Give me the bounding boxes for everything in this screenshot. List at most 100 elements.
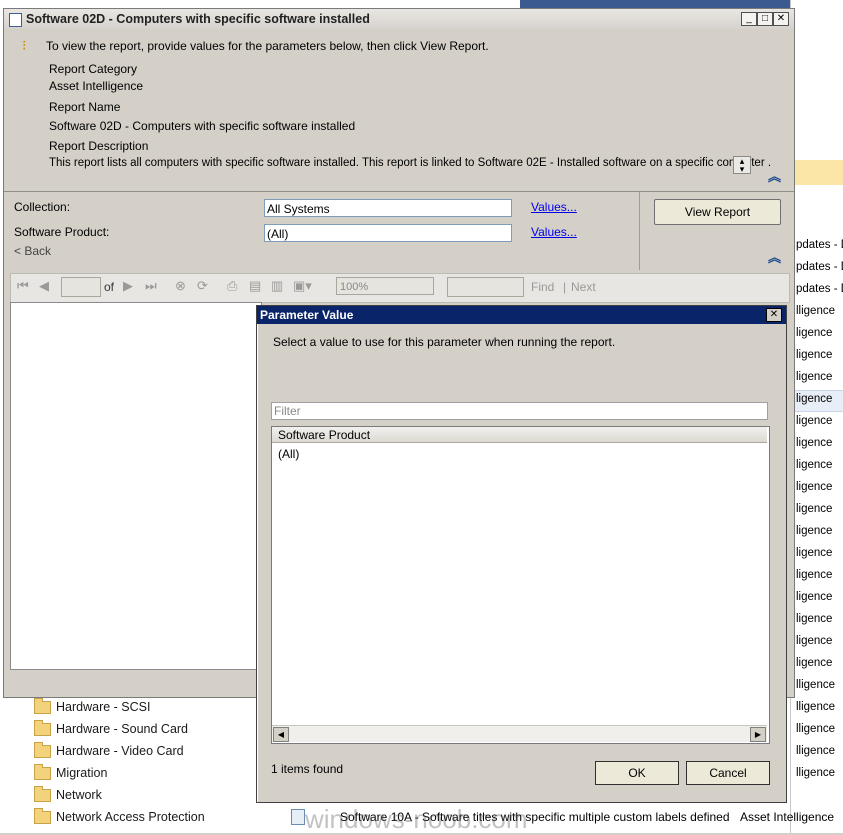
export-icon[interactable]: ▣▾ <box>293 278 312 294</box>
back-link[interactable]: < Back <box>14 244 51 258</box>
tree-item-label: Network <box>56 788 102 802</box>
report-list-row-text[interactable]: ligence <box>796 613 843 625</box>
cancel-button[interactable]: Cancel <box>686 761 770 785</box>
report-toolbar: ⏮ ◀ of ▶ ⏭ ⊗ ⟳ ⎙ ▤ ▥ ▣▾ 100% Find | Next <box>10 273 790 303</box>
tree-item-migration[interactable]: Migration <box>34 763 107 783</box>
window-titlebar: Software 02D - Computers with specific s… <box>4 9 794 30</box>
tree-item-hardware-sound-card[interactable]: Hardware - Sound Card <box>34 719 188 739</box>
folder-icon <box>34 697 51 714</box>
items-found-status: 1 items found <box>271 762 344 776</box>
collection-label: Collection: <box>14 200 71 214</box>
report-list-row-text[interactable]: ligence <box>796 657 843 669</box>
report-list-row-text[interactable]: ligence <box>796 525 843 537</box>
maximize-button[interactable]: □ <box>757 12 773 26</box>
print-layout-icon[interactable]: ▤ <box>249 278 261 294</box>
report-window-icon <box>9 13 22 27</box>
dialog-close-button[interactable]: ✕ <box>766 308 782 322</box>
tree-item-hardware-video-card[interactable]: Hardware - Video Card <box>34 741 184 761</box>
report-list-row-text[interactable]: ligence <box>796 415 843 427</box>
view-report-button[interactable]: View Report <box>654 199 781 225</box>
close-button[interactable]: ✕ <box>773 12 789 26</box>
info-icon: ⁝ <box>22 37 27 53</box>
previous-page-icon[interactable]: ◀ <box>39 278 49 294</box>
folder-icon <box>34 741 51 758</box>
scroll-left-icon[interactable]: ◀ <box>273 727 289 742</box>
folder-icon <box>34 785 51 802</box>
report-list-row-text[interactable]: ligence <box>796 437 843 449</box>
print-icon[interactable]: ⎙ <box>227 278 237 294</box>
report-list-row-text[interactable]: ligence <box>796 459 843 471</box>
report-viewer-area <box>10 302 262 670</box>
software-values-link[interactable]: Values... <box>531 225 577 239</box>
report-list-row-text[interactable]: ligence <box>796 481 843 493</box>
report-list-row-text[interactable]: pdates - D <box>796 261 843 273</box>
report-list-row-text[interactable]: ligence <box>796 327 843 339</box>
find-link[interactable]: Find <box>531 280 554 294</box>
filter-input[interactable]: Filter <box>271 402 768 420</box>
stop-icon[interactable]: ⊗ <box>175 278 186 294</box>
tree-item-hardware-scsi[interactable]: Hardware - SCSI <box>34 697 150 717</box>
parameter-value-dialog: Parameter Value ✕ Select a value to use … <box>256 305 787 803</box>
report-list-row-text[interactable]: ligence <box>796 569 843 581</box>
minimize-button[interactable]: _ <box>741 12 757 26</box>
next-link[interactable]: Next <box>571 280 596 294</box>
report-description-label: Report Description <box>49 139 149 153</box>
dialog-titlebar: Parameter Value ✕ <box>257 306 786 324</box>
folder-tree: Hardware - SCSI Hardware - Sound Card Ha… <box>0 695 270 833</box>
tree-item-network-access-protection[interactable]: Network Access Protection <box>34 807 205 827</box>
next-page-icon[interactable]: ▶ <box>123 278 133 294</box>
folder-icon <box>34 719 51 736</box>
report-list-row-text[interactable]: lligence <box>796 679 843 691</box>
page-setup-icon[interactable]: ▥ <box>271 278 283 294</box>
report-list-row-text[interactable]: lligence <box>796 745 843 757</box>
tree-item-label: Network Access Protection <box>56 810 205 824</box>
tree-item-label: Migration <box>56 766 108 780</box>
last-page-icon[interactable]: ⏭ <box>145 278 157 294</box>
collection-values-link[interactable]: Values... <box>531 200 577 214</box>
report-list-row-text[interactable]: ligence <box>796 503 843 515</box>
report-row-category: Asset Intelligence <box>740 810 835 824</box>
window-title: Software 02D - Computers with specific s… <box>26 12 370 26</box>
scroll-right-icon[interactable]: ▶ <box>750 727 766 742</box>
of-label: of <box>104 280 115 294</box>
report-list-row-text[interactable]: ligence <box>796 591 843 603</box>
folder-icon <box>34 807 51 824</box>
column-header-software-product[interactable]: Software Product <box>272 427 767 443</box>
report-list-row-text[interactable]: ligence <box>796 635 843 647</box>
tree-item-label: Hardware - Video Card <box>56 744 184 758</box>
folder-icon <box>34 763 51 780</box>
collection-input[interactable]: All Systems <box>264 199 512 217</box>
report-list-row[interactable]: Software 10A - Software titles with spec… <box>285 804 843 834</box>
zoom-select[interactable]: 100% <box>336 277 434 295</box>
report-list-row-text[interactable]: ligence <box>796 349 843 361</box>
report-list-row-text[interactable]: lligence <box>796 723 843 735</box>
software-product-list: Software Product (All) ◀ ▶ <box>271 426 770 744</box>
report-list-row-text[interactable]: ligence <box>796 371 843 383</box>
info-text: To view the report, provide values for t… <box>46 39 489 53</box>
collapse-params-icon[interactable]: ︽ <box>768 247 781 266</box>
find-input[interactable] <box>447 277 524 297</box>
first-page-icon[interactable]: ⏮ <box>17 278 29 294</box>
report-list-row-text[interactable]: ligence <box>796 393 843 405</box>
report-list-row-text[interactable]: lligence <box>796 701 843 713</box>
ok-button[interactable]: OK <box>595 761 679 785</box>
software-product-input[interactable]: (All) <box>264 224 512 242</box>
report-list-row-text[interactable]: lligence <box>796 767 843 779</box>
tree-item-label: Hardware - Sound Card <box>56 722 189 736</box>
horizontal-scrollbar[interactable]: ◀ ▶ <box>272 725 767 742</box>
report-list-row-text[interactable]: pdates - D <box>796 239 843 251</box>
params-divider <box>639 192 640 270</box>
report-list-row-text[interactable]: lligence <box>796 305 843 317</box>
report-list-row-text[interactable]: pdates - D <box>796 283 843 295</box>
refresh-icon[interactable]: ⟳ <box>197 278 208 294</box>
watermark: windows-noob.com <box>305 804 528 834</box>
collapse-info-icon[interactable]: ︽ <box>768 166 781 185</box>
list-item[interactable]: (All) <box>278 447 299 461</box>
report-list-row-text[interactable]: ligence <box>796 547 843 559</box>
description-scroll-icon[interactable]: ▴ ▾ <box>733 156 751 174</box>
report-category-value: Asset Intelligence <box>49 79 144 93</box>
software-product-label: Software Product: <box>14 225 110 239</box>
tree-item-network[interactable]: Network <box>34 785 102 805</box>
page-number-input[interactable] <box>61 277 101 297</box>
dialog-title: Parameter Value <box>260 308 354 322</box>
